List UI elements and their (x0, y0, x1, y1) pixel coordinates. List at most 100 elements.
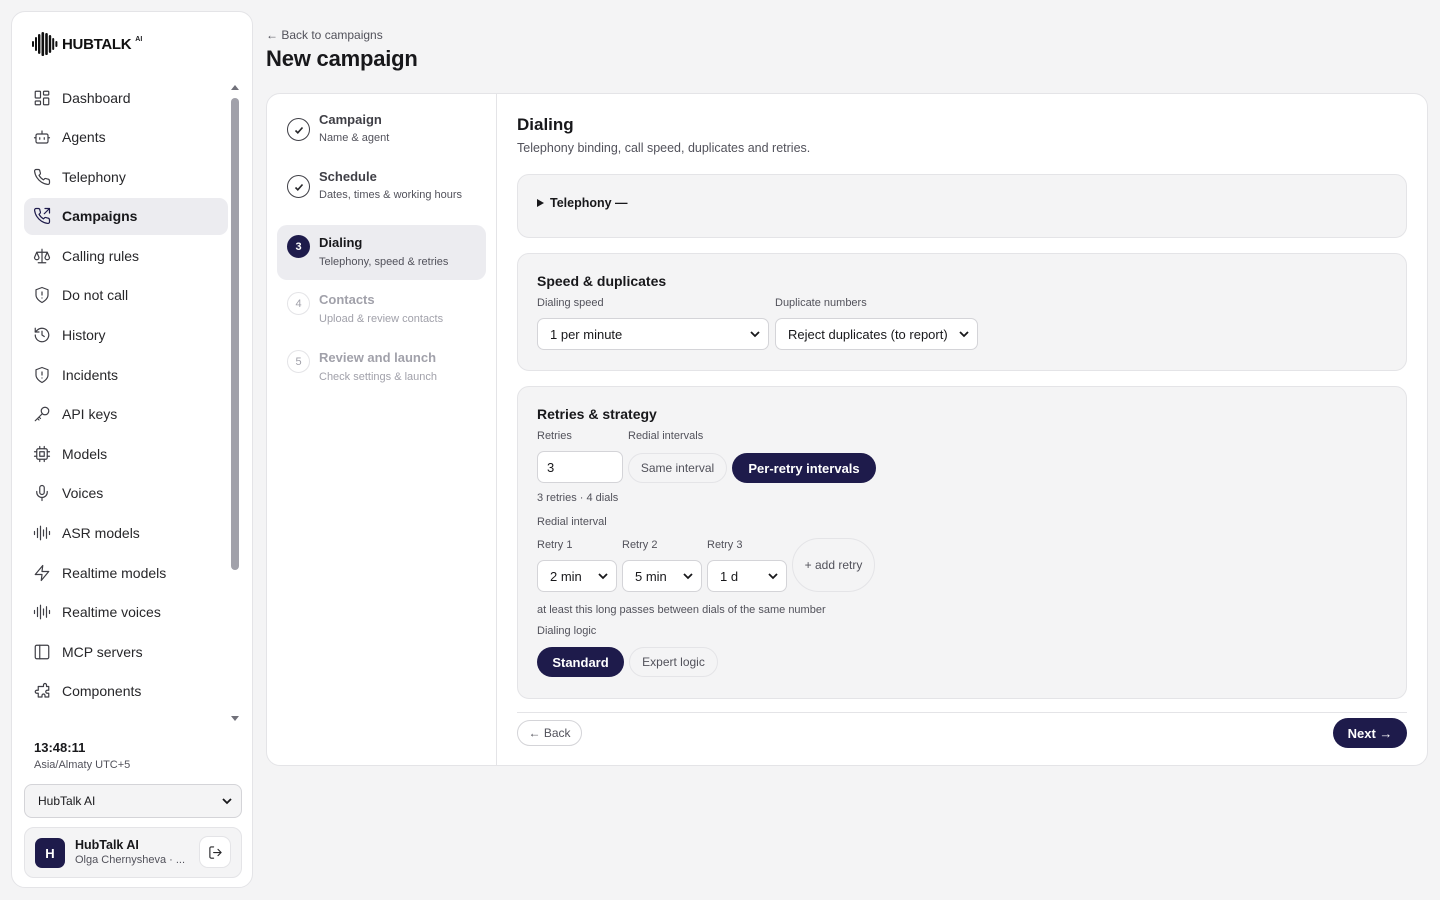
sidebar-item-label: Realtime models (62, 564, 167, 581)
avatar: H (35, 838, 65, 868)
retry-1-select[interactable]: 2 min (537, 560, 617, 592)
step-subtitle: Check settings & launch (319, 371, 438, 383)
back-button[interactable]: ← Back (517, 720, 582, 746)
step-schedule[interactable]: Schedule Dates, times & working hours (277, 161, 486, 216)
step-title: Campaign (319, 112, 382, 127)
step-contacts[interactable]: 4 Contacts Upload & review contacts (277, 282, 486, 337)
triangle-right-icon (537, 199, 544, 207)
scroll-down-arrow-icon[interactable] (231, 716, 239, 721)
dialing-speed-select[interactable]: 1 per minute (537, 318, 769, 350)
retry-2-select[interactable]: 5 min (622, 560, 702, 592)
sidebar-item-label: Models (62, 445, 108, 462)
step-subtitle: Upload & review contacts (319, 313, 444, 325)
sidebar-item-label: Components (62, 683, 142, 700)
waveform-icon (33, 525, 51, 541)
waveform-icon (33, 604, 51, 620)
chevron-down-icon (222, 798, 232, 805)
step-title: Schedule (319, 169, 377, 184)
step-title: Review and launch (319, 350, 437, 365)
sidebar-item-realtime-voices[interactable]: Realtime voices (24, 594, 228, 631)
sidebar-item-voices[interactable]: Voices (24, 475, 228, 512)
next-button[interactable]: Next → (1333, 718, 1407, 748)
same-interval-button[interactable]: Same interval (628, 453, 727, 483)
section-description: Telephony binding, call speed, duplicate… (517, 141, 811, 155)
scroll-up-arrow-icon[interactable] (231, 85, 239, 90)
history-icon (34, 327, 50, 343)
user-subtitle: Olga Chernysheva · ... (75, 854, 186, 866)
logo-text: HUBTALK (62, 35, 132, 53)
sidebar-item-asr-models[interactable]: ASR models (24, 515, 228, 552)
footer-divider (517, 712, 1407, 713)
logout-icon (208, 845, 222, 859)
sidebar-item-models[interactable]: Models (24, 435, 228, 472)
sidebar-item-label: MCP servers (62, 643, 143, 660)
panel-title: Speed & duplicates (537, 273, 667, 289)
chevron-down-icon (598, 573, 608, 580)
sidebar-item-dashboard[interactable]: Dashboard (24, 79, 228, 116)
back-to-campaigns-link[interactable]: ← Back to campaigns (266, 28, 383, 42)
sidebar-item-telephony[interactable]: Telephony (24, 158, 228, 195)
sidebar-item-api-keys[interactable]: API keys (24, 396, 228, 433)
retries-input[interactable]: 3 (537, 451, 623, 483)
logout-button[interactable] (199, 836, 231, 868)
user-name: HubTalk AI (75, 838, 139, 852)
dashboard-icon (34, 90, 50, 105)
expert-logic-button[interactable]: Expert logic (629, 647, 718, 677)
panel-icon (34, 644, 50, 660)
step-number: 3 (287, 235, 310, 258)
step-subtitle: Name & agent (319, 132, 390, 144)
sidebar-item-label: Dashboard (62, 89, 131, 106)
chevron-down-icon (959, 331, 969, 338)
sidebar-item-label: Do not call (62, 287, 129, 304)
wizard-steps: Campaign Name & agent Schedule Dates, ti… (267, 94, 497, 765)
step-number: 5 (287, 350, 310, 373)
chip-icon (33, 445, 51, 462)
step-campaign[interactable]: Campaign Name & agent (277, 104, 486, 159)
sidebar-item-campaigns[interactable]: Campaigns (24, 197, 228, 235)
campaign-wizard-card: Campaign Name & agent Schedule Dates, ti… (266, 93, 1428, 766)
sidebar-item-label: History (62, 327, 106, 344)
step-number: 4 (287, 292, 310, 315)
scrollbar-thumb[interactable] (231, 98, 239, 570)
sidebar-item-agents[interactable]: Agents (24, 119, 228, 156)
sidebar-item-mcp-servers[interactable]: MCP servers (24, 633, 228, 670)
duplicate-numbers-value: Reject duplicates (to report) (788, 326, 948, 342)
panel-title: Retries & strategy (537, 406, 657, 422)
step-dialing[interactable]: 3 Dialing Telephony, speed & retries (277, 225, 486, 280)
organization-select[interactable]: HubTalk AI (24, 784, 242, 818)
sidebar-item-incidents[interactable]: Incidents (24, 356, 228, 393)
step-title: Dialing (319, 235, 363, 250)
chevron-down-icon (768, 573, 778, 580)
logo[interactable]: HUBTALK AI (32, 32, 142, 56)
sidebar-item-do-not-call[interactable]: Do not call (24, 277, 228, 314)
retries-strategy-panel: Retries & strategy Retries 3 Redial inte… (517, 386, 1407, 699)
sidebar-item-label: Campaigns (62, 208, 138, 225)
organization-select-value: HubTalk AI (38, 794, 96, 808)
duplicate-numbers-select[interactable]: Reject duplicates (to report) (775, 318, 978, 350)
sidebar-item-history[interactable]: History (24, 317, 228, 354)
dialing-content: Dialing Telephony binding, call speed, d… (517, 94, 1408, 765)
sidebar-item-realtime-models[interactable]: Realtime models (24, 554, 228, 591)
scale-icon (33, 248, 51, 264)
sidebar-item-label: Realtime voices (62, 604, 161, 621)
chevron-down-icon (750, 331, 760, 338)
sidebar-item-label: Incidents (62, 366, 119, 383)
sidebar-item-label: API keys (62, 406, 118, 423)
add-retry-button[interactable]: + add retry (792, 538, 875, 592)
page-title: New campaign (266, 46, 418, 71)
sidebar-item-components[interactable]: Components (24, 673, 228, 710)
robot-icon (33, 130, 51, 144)
retry-interval-note: at least this long passes between dials … (537, 604, 826, 616)
dialing-speed-value: 1 per minute (550, 326, 623, 342)
standard-logic-button[interactable]: Standard (537, 647, 624, 677)
sidebar-item-calling-rules[interactable]: Calling rules (24, 237, 228, 274)
telephony-toggle[interactable]: Telephony — (537, 196, 628, 210)
lightning-icon (34, 564, 50, 581)
step-review-and-launch[interactable]: 5 Review and launch Check settings & lau… (277, 340, 486, 395)
step-check-icon (287, 175, 310, 198)
retry-1-value: 2 min (550, 568, 582, 584)
per-retry-intervals-button[interactable]: Per-retry intervals (732, 453, 876, 483)
retry-3-select[interactable]: 1 d (707, 560, 787, 592)
sidebar-scrollbar[interactable] (230, 83, 240, 723)
step-subtitle: Telephony, speed & retries (319, 256, 449, 268)
